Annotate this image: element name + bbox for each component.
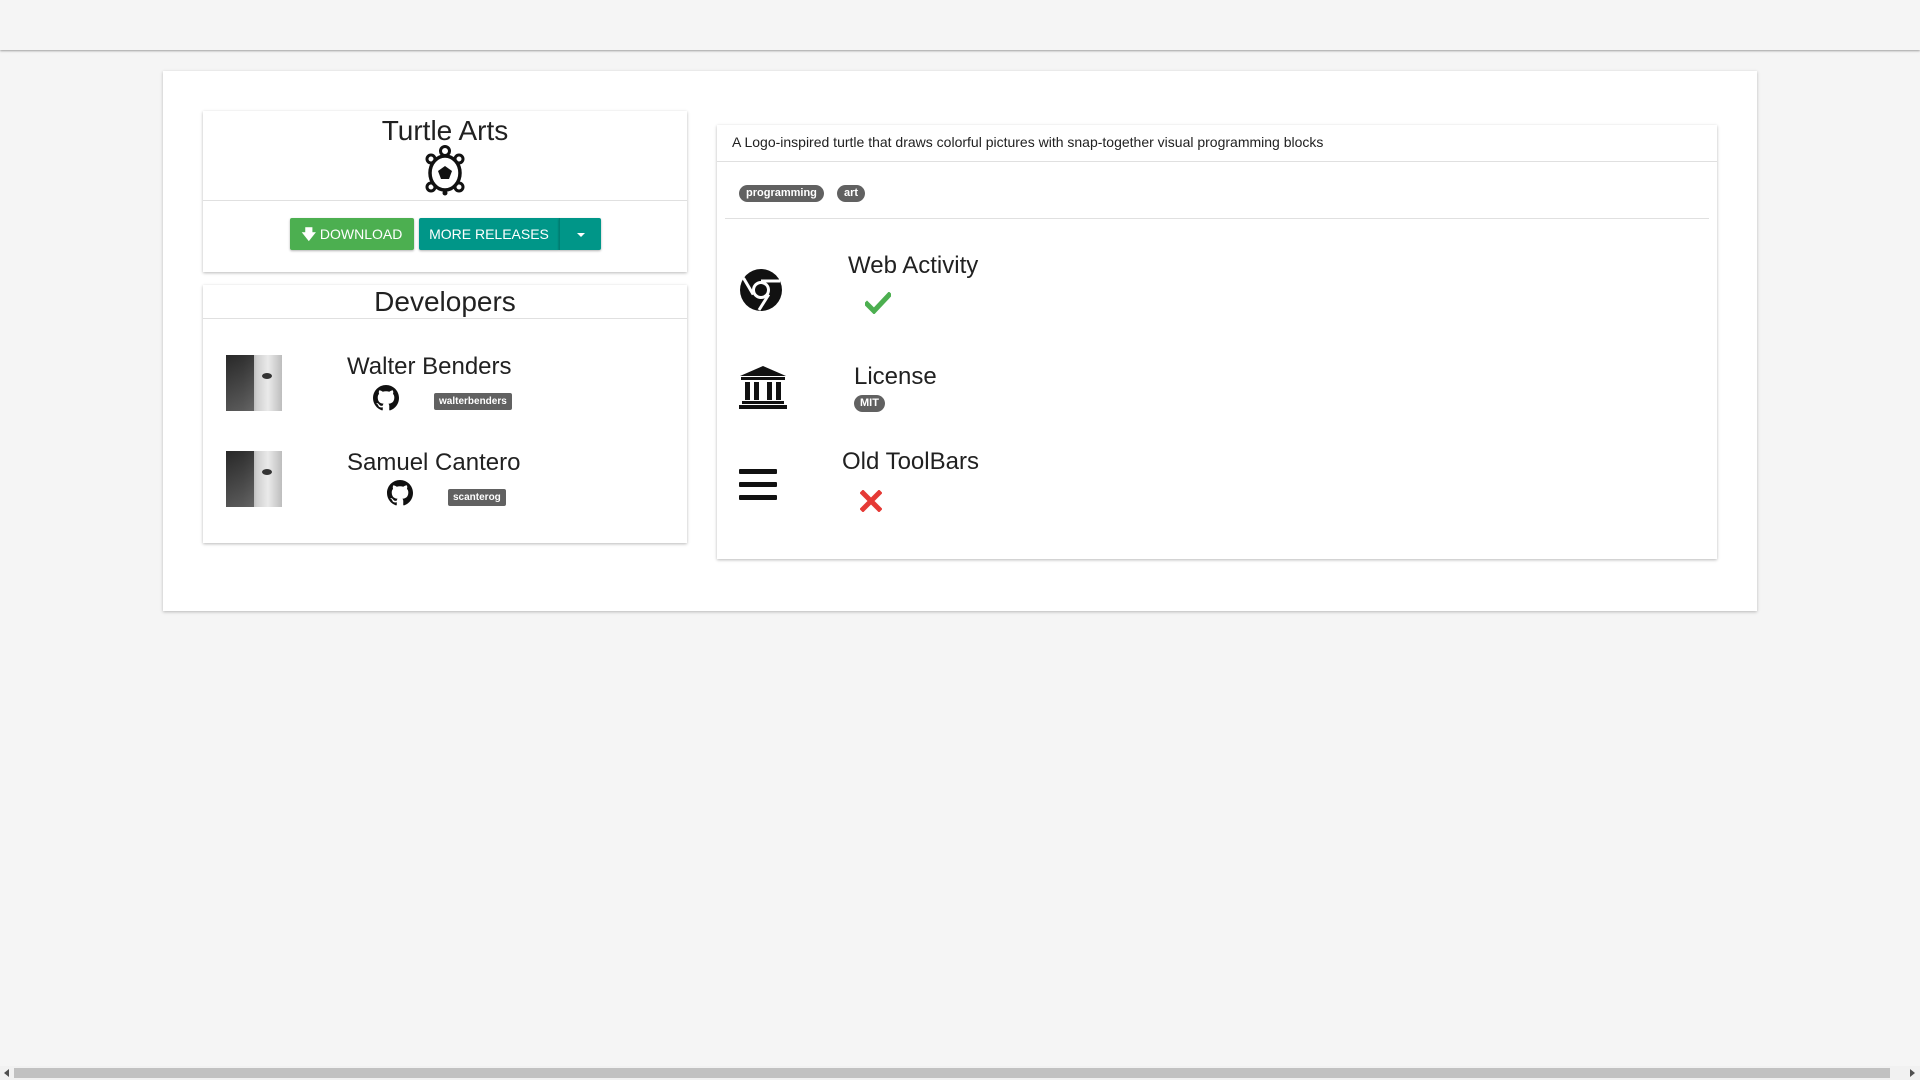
scroll-left-arrow-icon[interactable] [4,1069,9,1077]
github-icon[interactable] [387,480,413,506]
horizontal-scrollbar[interactable] [0,1066,1920,1080]
github-handle-badge[interactable]: scanterog [448,489,506,506]
download-button[interactable]: 🡇 DOWNLOAD [290,218,414,250]
releases-dropdown-toggle[interactable] [559,218,601,250]
scrollbar-thumb[interactable] [14,1068,1890,1078]
caret-down-icon [576,233,585,238]
tags-divider [725,218,1709,219]
chrome-icon [740,269,782,311]
cross-icon [860,490,882,512]
developer-item: Walter Benders walterbenders [203,353,687,425]
tag-chip[interactable]: programming [739,185,824,202]
avatar [226,451,282,507]
app-description: A Logo-inspired turtle that draws colorf… [732,134,1324,150]
developer-item: Samuel Cantero scanterog [203,449,687,521]
license-badge: MIT [854,395,885,412]
bank-icon [739,366,787,409]
feature-title: Web Activity [848,252,979,279]
top-app-bar [0,0,1920,50]
developer-name: Walter Benders [347,353,512,380]
developers-panel: Developers Walter Benders walterbenders … [203,285,687,543]
developers-divider [203,318,687,319]
developers-title: Developers [374,286,516,317]
info-panel: A Logo-inspired turtle that draws colorf… [717,125,1717,559]
app-panel: Turtle Arts 🡇 DOWNLOAD MORE RELEASES [203,111,687,272]
menu-icon [739,469,777,500]
github-handle-badge[interactable]: walterbenders [434,393,512,410]
main-card: Turtle Arts 🡇 DOWNLOAD MORE RELEASES Dev… [163,71,1757,611]
tag-chip[interactable]: art [837,185,866,202]
scroll-right-arrow-icon[interactable] [1910,1069,1915,1077]
description-divider [717,161,1717,162]
developer-name: Samuel Cantero [347,449,521,476]
more-releases-label: MORE RELEASES [429,226,549,242]
github-icon[interactable] [373,385,399,411]
turtle-icon [425,145,465,196]
download-label: DOWNLOAD [319,226,403,242]
check-icon [865,292,891,314]
feature-title: Old ToolBars [842,448,979,475]
app-divider [203,200,687,201]
arrow-down-icon: 🡇 [301,226,317,242]
avatar [226,355,282,411]
more-releases-button[interactable]: MORE RELEASES [419,218,559,250]
feature-title: License [854,363,937,390]
